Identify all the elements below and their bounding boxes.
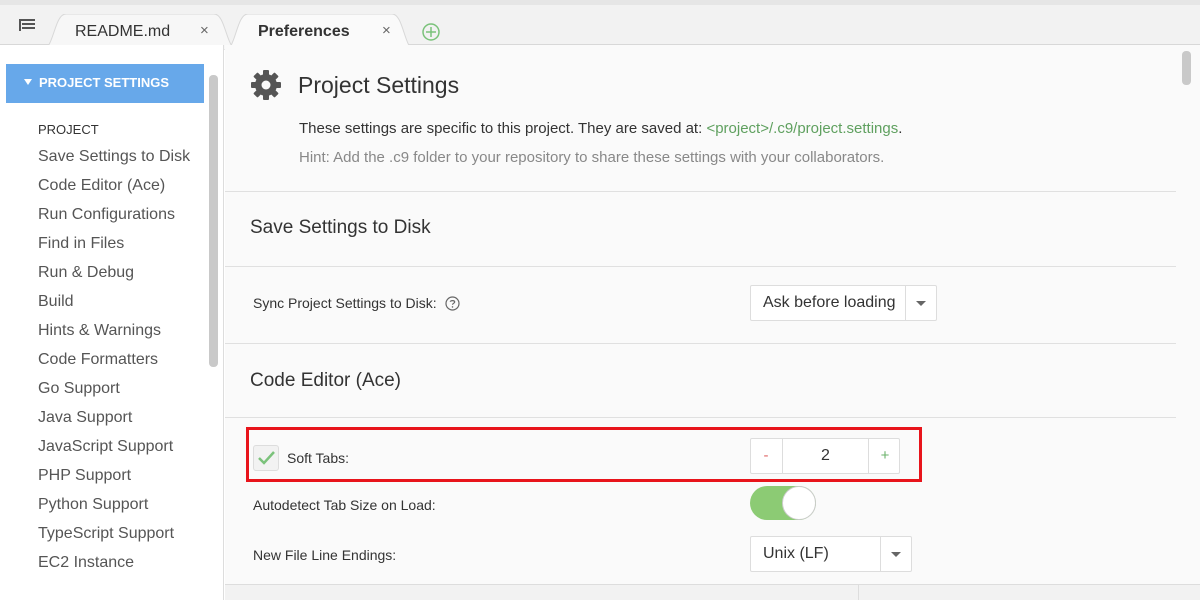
section-title-save-settings: Save Settings to Disk [250, 217, 431, 238]
sidebar-item-php-support[interactable]: PHP Support [38, 466, 203, 485]
divider [225, 343, 1176, 344]
sidebar-header-label: PROJECT SETTINGS [39, 75, 170, 90]
autodetect-toggle[interactable] [750, 486, 816, 520]
intro-text-end: . [898, 120, 903, 137]
sidebar-item-ec2-instance[interactable]: EC2 Instance [38, 553, 203, 572]
dropdown-separator [905, 286, 906, 320]
toggle-knob [782, 486, 816, 520]
sidebar-section-label: PROJECT [38, 122, 99, 137]
page-title: Project Settings [298, 72, 460, 98]
sidebar-item-run-debug[interactable]: Run & Debug [38, 263, 203, 282]
bottom-panel [225, 584, 1200, 600]
tab-size-stepper: - 2 + [750, 438, 900, 474]
main-scroll-track [1180, 45, 1200, 600]
increment-button[interactable]: + [870, 439, 900, 473]
sidebar-item-java-support[interactable]: Java Support [38, 408, 203, 427]
sidebar-item-javascript-support[interactable]: JavaScript Support [38, 437, 203, 456]
sidebar-item-code-editor[interactable]: Code Editor (Ace) [38, 176, 203, 195]
menu-icon[interactable] [18, 18, 36, 32]
sidebar-item-go-support[interactable]: Go Support [38, 379, 203, 398]
sync-settings-label-text: Sync Project Settings to Disk: [253, 295, 437, 311]
intro-text-body: These settings are specific to this proj… [299, 120, 707, 137]
line-endings-dropdown[interactable]: Unix (LF) [750, 536, 912, 572]
hint-text: Hint: Add the .c9 folder to your reposit… [299, 149, 885, 166]
sidebar-item-typescript-support[interactable]: TypeScript Support [38, 524, 203, 543]
dropdown-value: Ask before loading [763, 294, 896, 311]
sidebar-list: Save Settings to Disk Code Editor (Ace) … [38, 147, 203, 582]
close-icon[interactable]: × [200, 22, 209, 39]
sidebar-item-code-formatters[interactable]: Code Formatters [38, 350, 203, 369]
sidebar-item-hints-warnings[interactable]: Hints & Warnings [38, 321, 203, 340]
sidebar-item-find-in-files[interactable]: Find in Files [38, 234, 203, 253]
intro-text: These settings are specific to this proj… [299, 120, 902, 137]
settings-path: <project>/.c9/project.settings [706, 120, 899, 137]
sidebar-item-python-support[interactable]: Python Support [38, 495, 203, 514]
chevron-down-icon [916, 301, 926, 306]
main-panel: Project Settings These settings are spec… [225, 45, 1200, 600]
divider [225, 191, 1176, 192]
sidebar-header-project-settings[interactable]: PROJECT SETTINGS [6, 64, 204, 103]
decrement-button[interactable]: - [751, 439, 781, 473]
section-title-code-editor: Code Editor (Ace) [250, 370, 402, 391]
bottom-divider [858, 585, 859, 600]
divider [225, 266, 1176, 267]
line-endings-label: New File Line Endings: [253, 547, 397, 563]
dropdown-value: Unix (LF) [763, 545, 829, 562]
help-icon[interactable] [444, 296, 460, 311]
sidebar-item-run-configurations[interactable]: Run Configurations [38, 205, 203, 224]
add-tab-icon[interactable] [421, 22, 441, 42]
tab-label: README.md [75, 23, 171, 40]
dropdown-separator [880, 537, 881, 571]
sidebar-item-build[interactable]: Build [38, 292, 203, 311]
divider [225, 417, 1176, 418]
gear-icon [251, 70, 281, 100]
sync-settings-label: Sync Project Settings to Disk: [253, 295, 460, 311]
checkmark-icon [258, 451, 275, 465]
main-scrollbar[interactable] [1182, 51, 1191, 85]
chevron-down-icon [891, 552, 901, 557]
soft-tabs-label: Soft Tabs: [287, 450, 350, 466]
sidebar-scrollbar[interactable] [209, 75, 218, 367]
sync-settings-dropdown[interactable]: Ask before loading [750, 285, 937, 321]
sidebar-item-save-settings[interactable]: Save Settings to Disk [38, 147, 203, 166]
tab-bar: README.md × Preferences × [0, 0, 1200, 50]
autodetect-label: Autodetect Tab Size on Load: [253, 497, 436, 513]
sidebar: PROJECT SETTINGS PROJECT Save Settings t… [0, 45, 224, 600]
close-icon[interactable]: × [382, 22, 391, 39]
caret-down-icon [24, 79, 32, 85]
tab-label: Preferences [258, 23, 350, 40]
soft-tabs-checkbox[interactable] [253, 445, 279, 471]
tab-size-input[interactable]: 2 [782, 439, 869, 473]
